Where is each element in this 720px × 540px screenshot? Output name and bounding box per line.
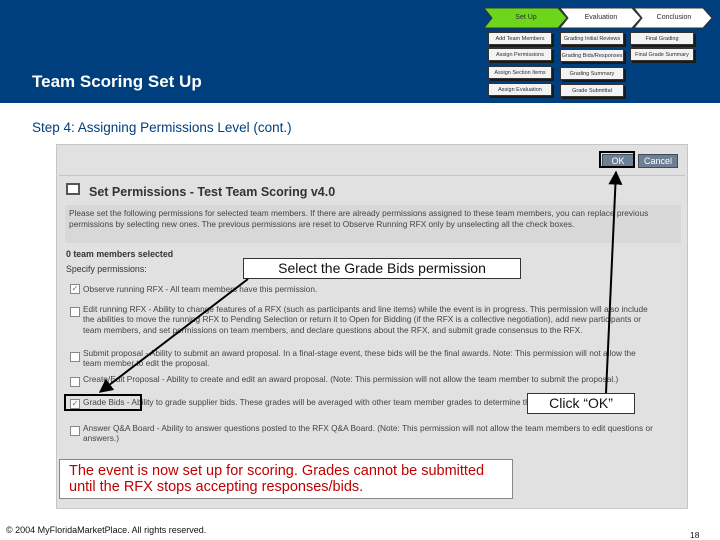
page-number: 18 bbox=[690, 530, 700, 540]
ok-arrow bbox=[605, 170, 623, 394]
grade-bids-arrow bbox=[98, 278, 249, 393]
scoring-note: The event is now set up for scoring. Gra… bbox=[59, 459, 513, 499]
copyright-footer: © 2004 MyFloridaMarketPlace. All rights … bbox=[6, 525, 207, 535]
